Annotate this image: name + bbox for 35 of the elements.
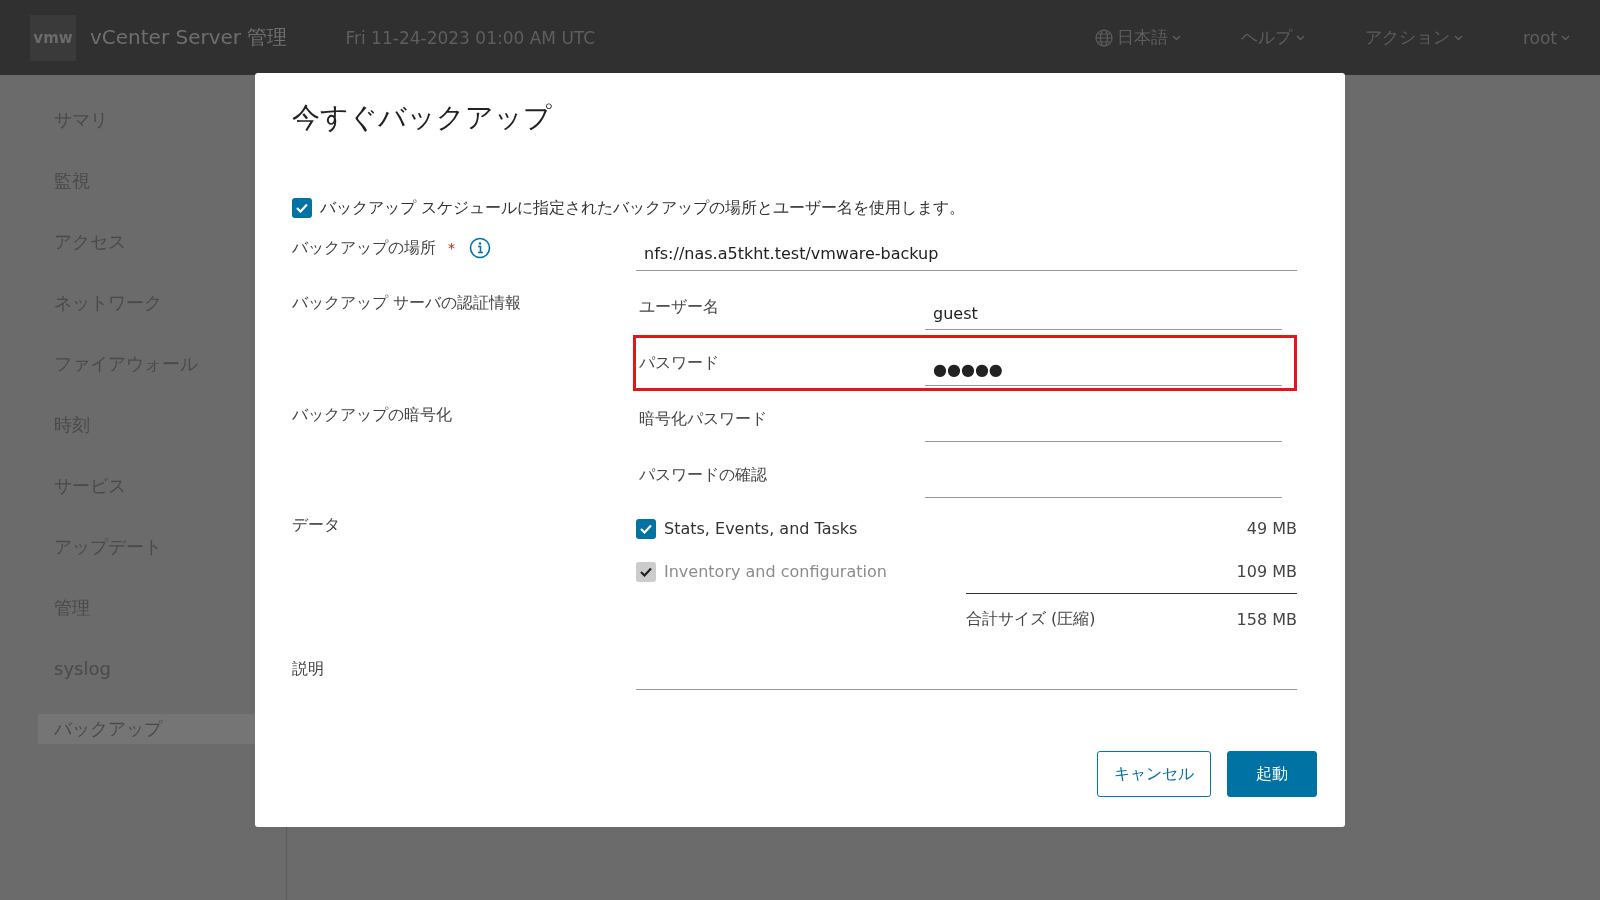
chevron-down-icon [1453,34,1463,41]
location-field[interactable]: nfs://nas.a5tkht.test/vmware-backup [636,237,1297,271]
field-label: 説明 [292,659,324,680]
info-icon[interactable] [469,237,491,259]
checkmark-icon [640,523,652,534]
checkbox[interactable] [292,198,312,218]
size-value: 109 MB [1236,562,1297,581]
app-title: vCenter Server 管理 [90,24,288,51]
field-label: バックアップの場所 [292,237,436,259]
section-label: バックアップ サーバの認証情報 [292,293,522,314]
checkbox-label: Inventory and configuration [664,562,887,581]
input-field[interactable]: ●●●●● [925,354,1282,386]
dialog-title: 今すぐバックアップ [292,100,553,136]
globe-icon [1094,28,1113,47]
checkbox[interactable] [636,518,656,539]
size-value: 49 MB [1246,519,1297,538]
cancel-button[interactable]: キャンセル [1097,751,1211,797]
field-label: ユーザー名 [639,296,720,318]
section-label: データ [292,515,340,536]
required-mark: * [448,240,455,256]
checkmark-icon [640,566,652,577]
field-label: パスワードの確認 [639,464,768,486]
chevron-down-icon [1561,34,1570,41]
chevron-down-icon [1295,34,1305,41]
start-button[interactable]: 起動 [1227,751,1317,797]
total-size: 158 MB [1236,609,1297,629]
field-label: パスワード [639,352,720,374]
total-label: 合計サイズ (圧縮) [966,608,1096,630]
checkmark-icon [296,203,308,213]
chevron-down-icon [1171,34,1181,41]
section-label: バックアップの暗号化 [292,405,452,426]
field-label: 暗号化パスワード [639,408,768,430]
input-field[interactable]: guest [925,298,1282,330]
checkbox-label: バックアップ スケジュールに指定されたバックアップの場所とユーザー名を使用します。 [320,197,966,219]
checkbox-label: Stats, Events, and Tasks [664,519,858,538]
